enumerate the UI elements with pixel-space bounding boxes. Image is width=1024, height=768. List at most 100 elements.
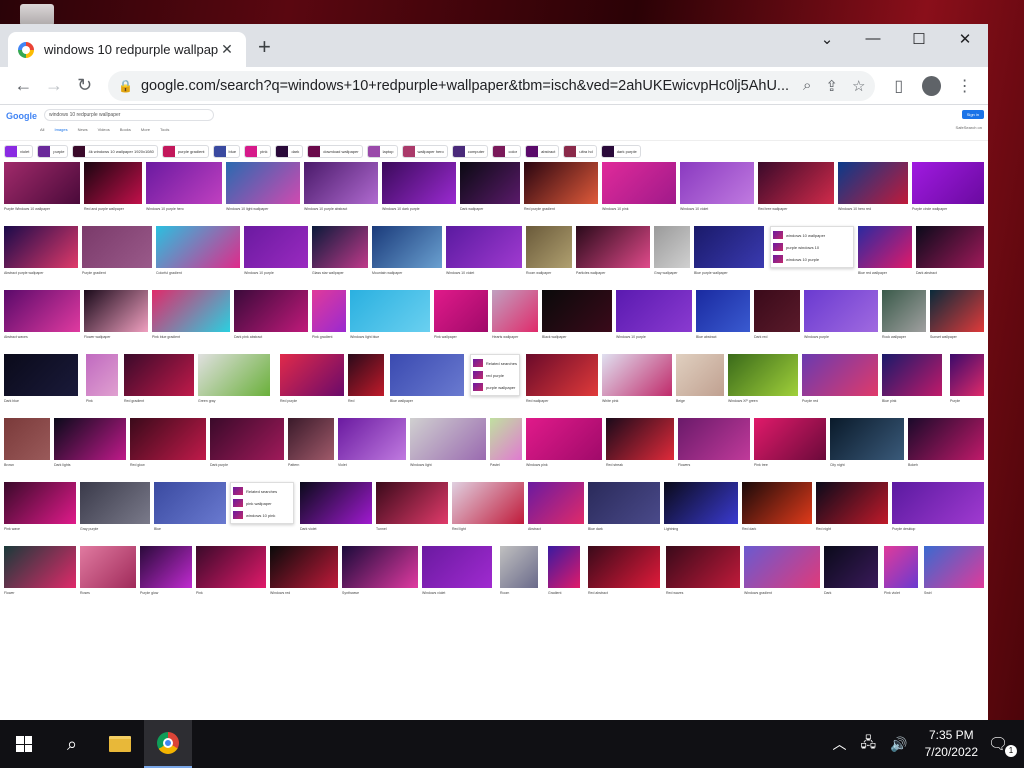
result-caption[interactable]: Black wallpaper: [542, 335, 612, 343]
forward-icon[interactable]: →: [39, 70, 70, 102]
result-thumbnail[interactable]: [422, 546, 492, 588]
result-thumbnail[interactable]: [588, 546, 660, 588]
image-result[interactable]: Windows pink: [526, 418, 602, 467]
image-result[interactable]: Windows violet: [422, 546, 492, 595]
image-result[interactable]: Red purple: [280, 354, 344, 403]
image-result[interactable]: Pink violet: [884, 546, 918, 595]
image-result[interactable]: Sunset wallpaper: [930, 290, 984, 339]
tab-books[interactable]: Books: [120, 127, 131, 132]
result-caption[interactable]: Windows 10 violet: [680, 207, 754, 215]
related-chip[interactable]: dark: [275, 144, 304, 158]
result-thumbnail[interactable]: [54, 418, 126, 460]
result-thumbnail[interactable]: [802, 354, 878, 396]
image-result[interactable]: Blue dark: [588, 482, 660, 531]
result-caption[interactable]: Dark pink abstract: [234, 335, 308, 343]
result-caption[interactable]: Red streak: [606, 463, 674, 471]
result-thumbnail[interactable]: [288, 418, 334, 460]
image-result[interactable]: Blue: [154, 482, 226, 531]
image-result[interactable]: White pink: [602, 354, 672, 403]
result-thumbnail[interactable]: [270, 546, 338, 588]
result-caption[interactable]: Synthwave: [342, 591, 418, 599]
image-result[interactable]: Red purple gradient: [524, 162, 598, 211]
result-thumbnail[interactable]: [446, 226, 522, 268]
image-result[interactable]: Violet: [338, 418, 406, 467]
result-caption[interactable]: Dark purple: [210, 463, 284, 471]
related-chip[interactable]: purple: [37, 144, 69, 158]
image-result[interactable]: Red tree wallpaper: [758, 162, 834, 211]
related-chip[interactable]: download wallpaper: [307, 144, 363, 158]
result-caption[interactable]: Blue pink: [882, 399, 942, 407]
result-caption[interactable]: Tunnel: [376, 527, 448, 535]
result-thumbnail[interactable]: [754, 290, 800, 332]
result-caption[interactable]: Pink gradient: [312, 335, 346, 343]
image-result[interactable]: Black wallpaper: [542, 290, 612, 339]
result-caption[interactable]: Brown: [4, 463, 50, 471]
result-caption[interactable]: Windows XP green: [728, 399, 798, 407]
result-caption[interactable]: Red gradient: [124, 399, 194, 407]
result-thumbnail[interactable]: [754, 418, 826, 460]
result-caption[interactable]: Pink blue gradient: [152, 335, 230, 343]
new-tab-button[interactable]: +: [258, 34, 271, 60]
tab-images[interactable]: Images: [54, 127, 67, 132]
result-caption[interactable]: Pastel: [490, 463, 522, 471]
result-caption[interactable]: Gray purple: [80, 527, 150, 535]
image-result[interactable]: Dark violet: [300, 482, 372, 531]
result-thumbnail[interactable]: [882, 290, 926, 332]
result-thumbnail[interactable]: [542, 290, 612, 332]
result-thumbnail[interactable]: [84, 162, 142, 204]
result-caption[interactable]: Room: [500, 591, 538, 599]
result-thumbnail[interactable]: [4, 482, 76, 524]
result-thumbnail[interactable]: [490, 418, 522, 460]
image-result[interactable]: Hearts wallpaper: [492, 290, 538, 339]
image-result[interactable]: Red waves: [666, 546, 740, 595]
result-thumbnail[interactable]: [758, 162, 834, 204]
result-caption[interactable]: Rock wallpaper: [882, 335, 926, 343]
browser-tab[interactable]: windows 10 redpurple wallpaper ✕: [8, 32, 246, 67]
result-thumbnail[interactable]: [156, 226, 240, 268]
maximize-button[interactable]: ☐: [904, 30, 934, 48]
related-chip[interactable]: wallpaper hero: [401, 144, 448, 158]
image-result[interactable]: Dark pink abstract: [234, 290, 308, 339]
result-thumbnail[interactable]: [930, 290, 984, 332]
result-thumbnail[interactable]: [82, 226, 152, 268]
image-result[interactable]: Blue red wallpaper: [858, 226, 912, 275]
image-result[interactable]: Pink wave: [4, 482, 76, 531]
result-thumbnail[interactable]: [460, 162, 520, 204]
result-thumbnail[interactable]: [924, 546, 984, 588]
related-chip[interactable]: ultra hd: [563, 144, 597, 158]
result-thumbnail[interactable]: [742, 482, 812, 524]
result-thumbnail[interactable]: [342, 546, 418, 588]
result-caption[interactable]: White pink: [602, 399, 672, 407]
image-result[interactable]: Dark: [824, 546, 878, 595]
related-search-link[interactable]: windows 10 wallpaper: [786, 233, 825, 238]
image-result[interactable]: Blue pink: [882, 354, 942, 403]
related-search-link[interactable]: Related searches: [486, 361, 517, 366]
image-result[interactable]: Pink: [196, 546, 266, 595]
image-result[interactable]: Red and purple wallpaper: [84, 162, 142, 211]
image-result[interactable]: Windows 10 purple: [616, 290, 692, 339]
start-button[interactable]: [0, 720, 48, 768]
result-thumbnail[interactable]: [434, 290, 488, 332]
image-result[interactable]: Pattern: [288, 418, 334, 467]
result-caption[interactable]: Bokeh: [908, 463, 984, 471]
result-caption[interactable]: Purple gradient: [82, 271, 152, 279]
tab-all[interactable]: All: [40, 127, 44, 132]
image-result[interactable]: Windows XP green: [728, 354, 798, 403]
result-thumbnail[interactable]: [830, 418, 904, 460]
result-caption[interactable]: Pink tree: [754, 463, 826, 471]
image-result[interactable]: Windows 10 violet: [680, 162, 754, 211]
result-thumbnail[interactable]: [676, 354, 724, 396]
image-result[interactable]: Windows 10 pink: [602, 162, 676, 211]
result-caption[interactable]: Windows 10 pink: [602, 207, 676, 215]
image-result[interactable]: Dark abstract: [916, 226, 984, 275]
result-thumbnail[interactable]: [338, 418, 406, 460]
result-caption[interactable]: Pink wave: [4, 527, 76, 535]
result-caption[interactable]: Red night: [816, 527, 888, 535]
related-chip[interactable]: laptop: [366, 144, 398, 158]
result-thumbnail[interactable]: [912, 162, 984, 204]
result-thumbnail[interactable]: [226, 162, 300, 204]
image-result[interactable]: Abstract: [528, 482, 584, 531]
result-thumbnail[interactable]: [146, 162, 222, 204]
image-result[interactable]: Purple: [950, 354, 984, 403]
result-thumbnail[interactable]: [666, 546, 740, 588]
